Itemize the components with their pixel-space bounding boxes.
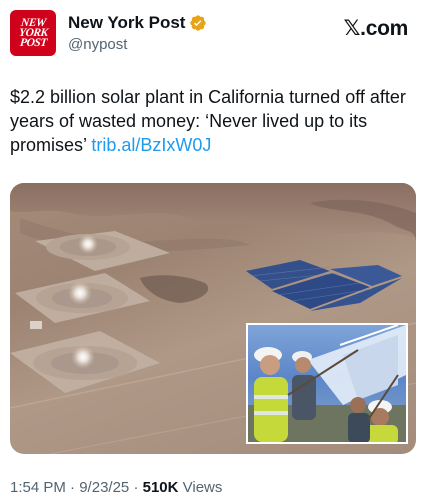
views-label: Views [182,479,223,496]
workers-cleaning-mirrors-photo [248,325,406,442]
handle[interactable]: @nypost [68,36,207,53]
x-logo-icon: 𝕏 [343,16,361,40]
meta-separator: · [70,479,76,496]
meta-separator: · [133,479,139,496]
display-name[interactable]: New York Post [68,13,185,33]
tweet-link[interactable]: trib.al/BzIxW0J [91,135,211,155]
display-name-row[interactable]: New York Post [68,13,207,33]
x-com-logo: 𝕏.com [343,16,409,41]
avatar[interactable]: NEW YORK POST [10,10,56,56]
x-com-suffix: .com [360,17,408,40]
tweet-date[interactable]: 9/23/25 [79,479,129,496]
inset-workers-photo[interactable] [246,323,408,444]
account-names: New York Post @nypost [68,13,207,53]
solar-panel-field [246,260,402,311]
avatar-line-3: POST [18,37,48,49]
tweet-meta: 1:54 PM · 9/23/25 · 510K Views [10,479,222,496]
tweet-text: $2.2 billion solar plant in California t… [10,85,410,157]
views-count: 510K [142,479,179,496]
tweet-time[interactable]: 1:54 PM [10,479,66,496]
verified-badge-icon [190,15,207,31]
tweet-header: NEW YORK POST New York Post @nypost 𝕏.co… [10,10,416,58]
worker-left [254,347,288,442]
